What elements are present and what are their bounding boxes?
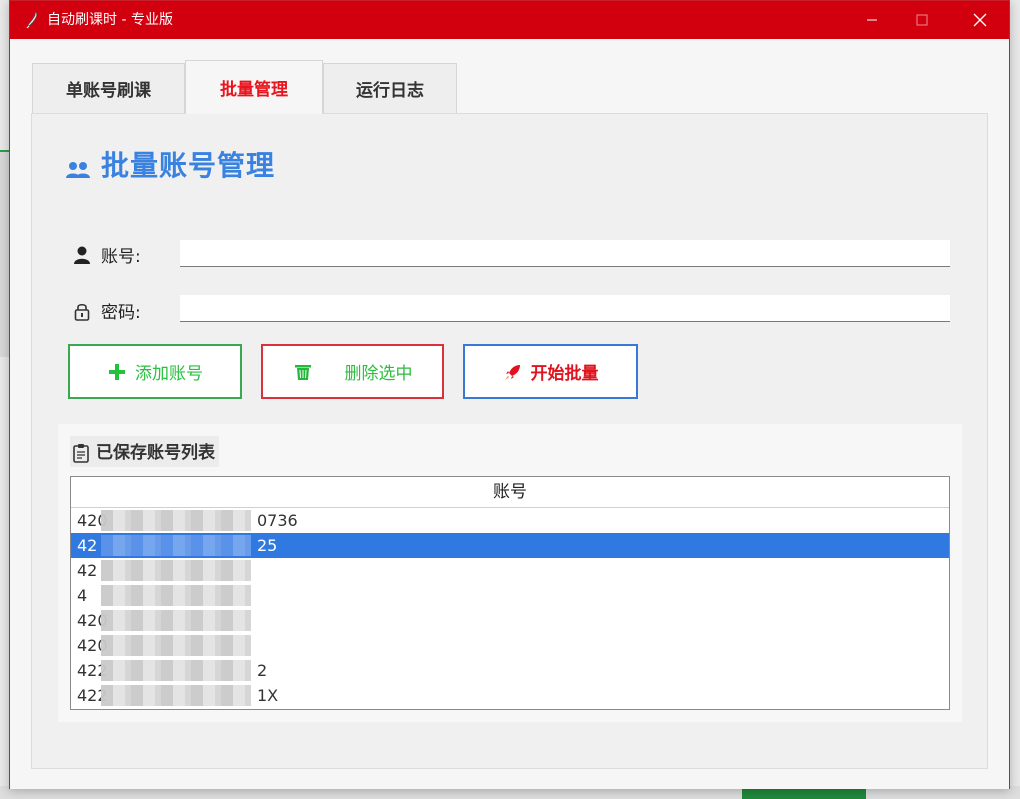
table-row[interactable]: 420 0736 xyxy=(71,508,949,533)
account-text-end: 0736 xyxy=(257,511,298,530)
tab-batch-management[interactable]: 批量管理 xyxy=(185,60,323,114)
privacy-mask xyxy=(101,585,251,606)
lock-icon xyxy=(74,303,90,321)
section-title: 批量账号管理 xyxy=(101,149,276,182)
section-header: 批量账号管理 xyxy=(65,144,275,184)
accounts-rows: 420 0736 42 25 42 4 420 420 422 2 422 1X xyxy=(71,508,949,708)
maximize-icon xyxy=(916,14,928,26)
app-window: 自动刷课时 - 专业版 单账号刷课 批量管理 运行日志 批量账号管理 账号: 密… xyxy=(9,0,1010,789)
privacy-mask xyxy=(101,510,251,531)
privacy-mask xyxy=(101,660,251,681)
add-account-button[interactable]: 添加账号 xyxy=(68,344,242,399)
close-button[interactable] xyxy=(951,1,1009,39)
table-row[interactable]: 422 1X xyxy=(71,683,949,708)
clipboard-icon xyxy=(73,443,89,463)
trash-icon xyxy=(294,364,311,380)
title-bar[interactable]: 自动刷课时 - 专业版 xyxy=(10,1,1009,39)
start-batch-button[interactable]: 开始批量 xyxy=(463,344,638,399)
account-text-end: 25 xyxy=(257,536,278,555)
privacy-mask xyxy=(101,560,251,581)
tab-single-account[interactable]: 单账号刷课 xyxy=(32,63,185,113)
accounts-table[interactable]: 账号 420 0736 42 25 42 4 420 420 422 2 422 1X xyxy=(70,476,950,710)
account-text-end: 2 xyxy=(257,661,268,680)
table-row[interactable]: 42 25 xyxy=(71,533,949,558)
password-input[interactable] xyxy=(180,295,950,322)
saved-accounts-group: 已保存账号列表 账号 420 0736 42 25 42 4 420 420 422 2 422 1X xyxy=(58,424,962,722)
saved-accounts-header: 已保存账号列表 xyxy=(70,436,219,467)
feather-pen-icon xyxy=(26,11,38,29)
table-row[interactable]: 4 xyxy=(71,583,949,608)
delete-selected-button[interactable]: 删除选中 xyxy=(261,344,444,399)
plus-icon xyxy=(109,363,125,380)
add-account-label: 添加账号 xyxy=(135,364,203,384)
tab-run-log[interactable]: 运行日志 xyxy=(323,63,457,113)
start-batch-label: 开始批量 xyxy=(530,364,599,384)
window-title: 自动刷课时 - 专业版 xyxy=(47,12,173,28)
client-area: 单账号刷课 批量管理 运行日志 批量账号管理 账号: 密码: 添加账号 删除选中… xyxy=(10,39,1009,789)
password-row: 密码: xyxy=(72,298,171,323)
minimize-icon xyxy=(867,19,877,21)
maximize-button[interactable] xyxy=(893,1,951,39)
privacy-mask xyxy=(101,610,251,631)
table-row[interactable]: 420 xyxy=(71,633,949,658)
close-icon xyxy=(973,13,987,27)
batch-management-panel: 批量账号管理 账号: 密码: 添加账号 删除选中 开始批量 已保存账号列表 账号… xyxy=(31,113,988,769)
password-label: 密码: xyxy=(101,303,141,323)
account-text-end: 1X xyxy=(257,686,279,705)
table-row[interactable]: 422 2 xyxy=(71,658,949,683)
account-text-start: 42 xyxy=(77,536,98,555)
account-input[interactable] xyxy=(180,240,950,267)
user-icon xyxy=(74,246,90,264)
account-label: 账号: xyxy=(101,247,141,267)
account-text-start: 42 xyxy=(77,561,98,580)
delete-selected-label: 删除选中 xyxy=(344,364,413,384)
account-row: 账号: xyxy=(72,242,171,267)
table-row[interactable]: 42 xyxy=(71,558,949,583)
account-text-start: 4 xyxy=(77,586,88,605)
users-icon xyxy=(66,162,90,178)
table-row[interactable]: 420 xyxy=(71,608,949,633)
rocket-icon xyxy=(504,364,520,380)
privacy-mask xyxy=(101,535,251,556)
saved-accounts-title: 已保存账号列表 xyxy=(96,443,215,463)
background-green-element xyxy=(742,788,866,799)
column-header-account[interactable]: 账号 xyxy=(71,477,949,508)
privacy-mask xyxy=(101,635,251,656)
privacy-mask xyxy=(101,685,251,706)
